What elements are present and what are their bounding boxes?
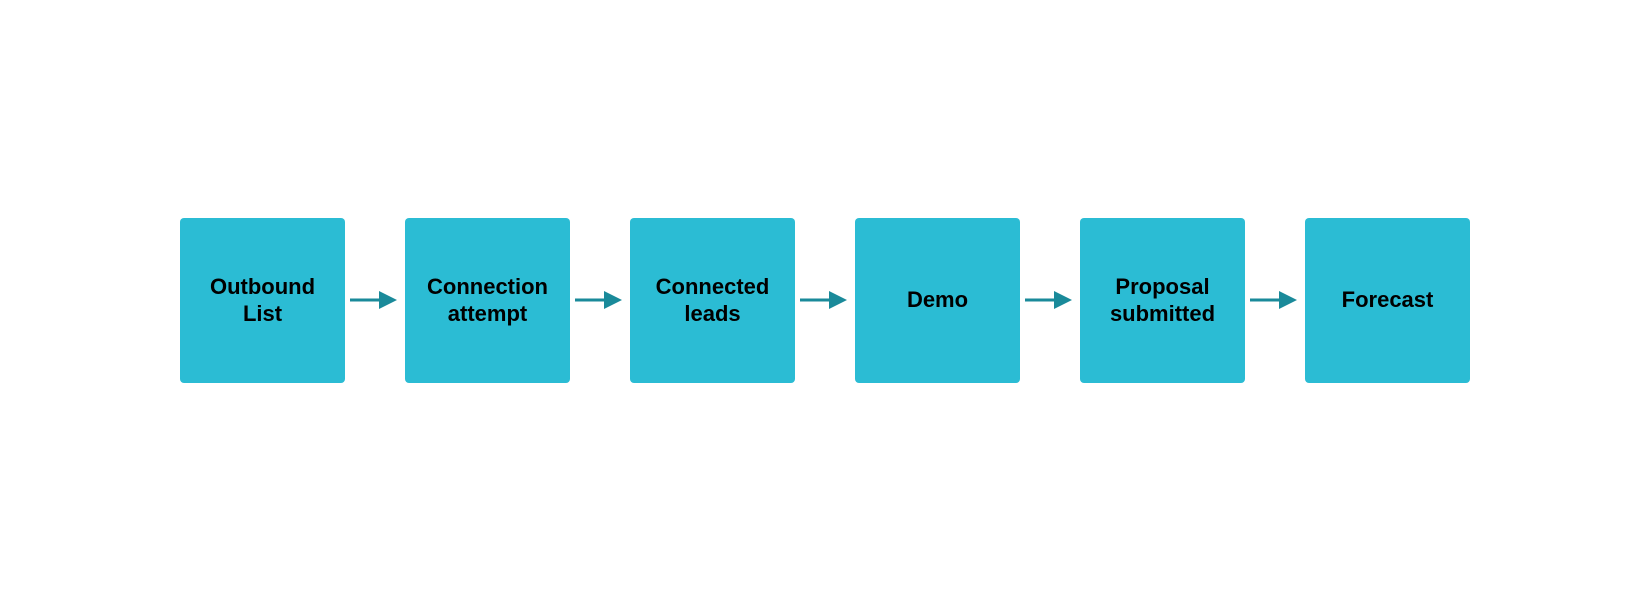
stage-label: Demo: [907, 286, 968, 314]
arrow-2: [570, 285, 630, 315]
stage-label: Proposal submitted: [1092, 273, 1233, 328]
arrow-5: [1245, 285, 1305, 315]
arrow-1: [345, 285, 405, 315]
stage-proposal-submitted[interactable]: Proposal submitted: [1080, 218, 1245, 383]
arrow-3: [795, 285, 855, 315]
stage-label: Connection attempt: [417, 273, 558, 328]
stage-label: Connected leads: [642, 273, 783, 328]
stage-connection-attempt[interactable]: Connection attempt: [405, 218, 570, 383]
stage-forecast[interactable]: Forecast: [1305, 218, 1470, 383]
pipeline-diagram: Outbound List Connection attempt Connect…: [180, 218, 1470, 383]
stage-connected-leads[interactable]: Connected leads: [630, 218, 795, 383]
arrow-4: [1020, 285, 1080, 315]
stage-outbound-list[interactable]: Outbound List: [180, 218, 345, 383]
stage-label: Outbound List: [192, 273, 333, 328]
stage-label: Forecast: [1342, 286, 1434, 314]
stage-demo[interactable]: Demo: [855, 218, 1020, 383]
